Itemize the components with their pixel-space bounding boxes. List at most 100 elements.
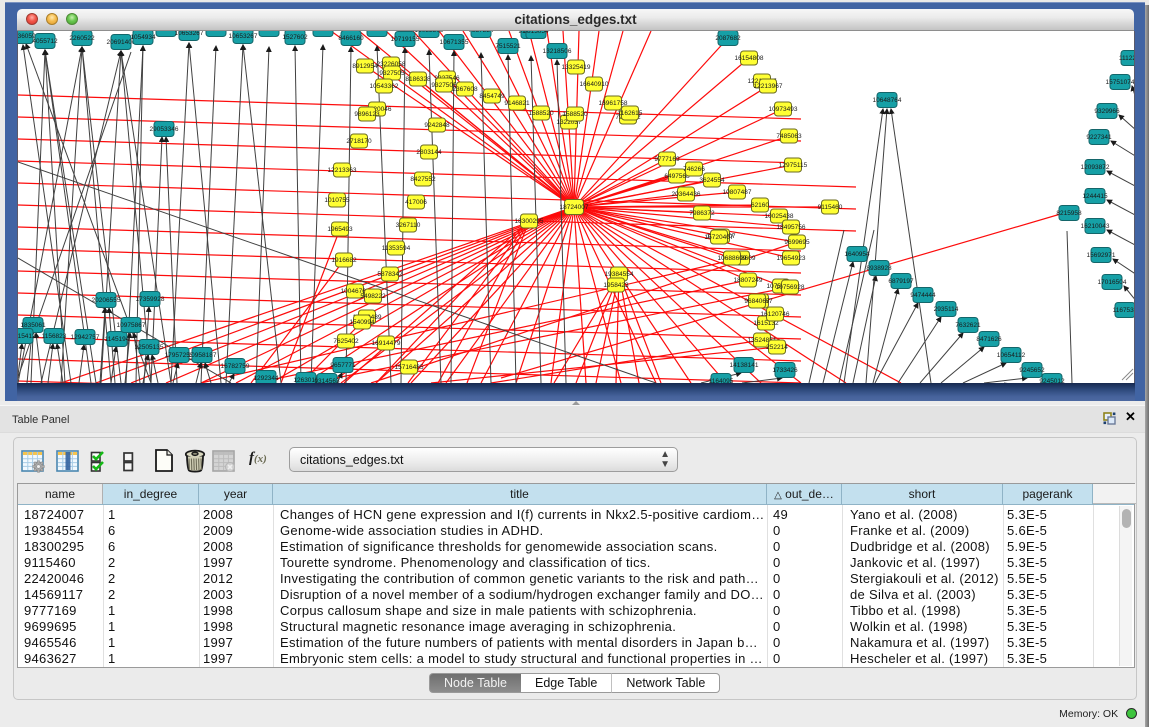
svg-text:10973493: 10973493 (769, 106, 798, 113)
svg-text:14138141: 14138141 (730, 362, 759, 369)
svg-text:1527602: 1527602 (282, 34, 308, 41)
svg-text:3915412: 3915412 (18, 333, 36, 340)
svg-text:9146821: 9146821 (504, 100, 530, 107)
svg-text:9699695: 9699695 (784, 239, 810, 246)
svg-text:20364436: 20364436 (672, 191, 701, 198)
svg-text:9474444: 9474444 (910, 292, 936, 299)
svg-text:8912954: 8912954 (352, 63, 378, 70)
svg-text:1527602: 1527602 (203, 31, 229, 33)
svg-text:18807249: 18807249 (734, 277, 763, 284)
svg-text:1244415: 1244415 (1082, 193, 1108, 200)
svg-text:2260522: 2260522 (69, 35, 95, 42)
svg-text:7485063: 7485063 (776, 133, 802, 140)
svg-text:1162615: 1162615 (618, 110, 643, 117)
svg-text:16210043: 16210043 (1081, 223, 1110, 230)
svg-text:9684067: 9684067 (744, 298, 770, 305)
svg-text:1156823: 1156823 (42, 333, 67, 340)
svg-text:10958187: 10958187 (188, 352, 217, 359)
svg-text:5498222: 5498222 (360, 293, 386, 300)
svg-text:1733426: 1733426 (772, 367, 798, 374)
svg-text:16914479: 16914479 (372, 340, 401, 347)
svg-text:7986372: 7986372 (689, 210, 715, 217)
svg-text:17016504: 17016504 (1098, 279, 1127, 286)
svg-text:8215958: 8215958 (1056, 210, 1082, 217)
svg-text:8471626: 8471626 (976, 336, 1002, 343)
svg-text:1292344: 1292344 (253, 375, 279, 382)
svg-text:10807487: 10807487 (723, 189, 752, 196)
svg-text:16154808: 16154808 (735, 55, 764, 62)
svg-text:18724007: 18724007 (560, 204, 589, 211)
svg-text:10543362: 10543362 (370, 83, 399, 90)
svg-text:6879197: 6879197 (888, 278, 914, 285)
svg-text:8813054: 8813054 (523, 31, 549, 35)
svg-text:12213363: 12213363 (328, 167, 357, 174)
svg-text:10719155: 10719155 (309, 31, 338, 33)
svg-text:10671355: 10671355 (440, 39, 469, 46)
svg-text:10975867: 10975867 (117, 322, 146, 329)
svg-text:1965493: 1965493 (327, 226, 353, 233)
svg-text:12942757: 12942757 (71, 334, 100, 341)
svg-text:8466160: 8466160 (338, 35, 364, 42)
svg-text:2718170: 2718170 (346, 138, 372, 145)
svg-text:15716485: 15716485 (395, 364, 424, 371)
svg-text:15720407: 15720407 (705, 234, 734, 241)
svg-text:19654923: 19654923 (777, 255, 806, 262)
svg-text:13325419: 13325419 (562, 64, 591, 71)
svg-text:18300295: 18300295 (515, 218, 544, 225)
svg-text:1588520: 1588520 (562, 111, 588, 118)
svg-text:12975115: 12975115 (779, 162, 808, 169)
svg-text:417006: 417006 (405, 199, 427, 206)
svg-text:2367608: 2367608 (452, 86, 478, 93)
svg-text:18495756: 18495756 (777, 224, 806, 231)
svg-text:12213967: 12213967 (754, 83, 783, 90)
svg-text:8466160: 8466160 (256, 31, 282, 33)
svg-text:9896123: 9896123 (354, 111, 380, 118)
svg-text:252214: 252214 (766, 344, 788, 351)
svg-text:10654112: 10654112 (997, 352, 1026, 359)
svg-text:10756928: 10756928 (776, 284, 805, 291)
svg-text:9777169: 9777169 (654, 156, 680, 163)
svg-text:11353594: 11353594 (382, 245, 411, 252)
svg-text:10653267: 10653267 (175, 31, 204, 37)
svg-text:9302557: 9302557 (364, 31, 390, 33)
svg-text:8186328: 8186328 (405, 76, 431, 83)
svg-text:746266: 746266 (683, 166, 705, 173)
svg-text:7515521: 7515521 (495, 43, 521, 50)
svg-text:1054934: 1054934 (130, 34, 156, 41)
svg-text:9329966: 9329966 (1094, 108, 1120, 115)
svg-text:9115460: 9115460 (818, 204, 843, 211)
svg-text:20206555: 20206555 (92, 297, 121, 304)
svg-text:3267110: 3267110 (396, 222, 421, 229)
svg-text:13218506: 13218506 (543, 48, 572, 55)
svg-text:62160: 62160 (751, 202, 769, 209)
svg-text:2087682: 2087682 (715, 35, 741, 42)
svg-text:1540994: 1540994 (349, 319, 375, 326)
svg-text:9657771: 9657771 (330, 362, 356, 369)
svg-text:17359928: 17359928 (136, 296, 165, 303)
svg-text:12505135: 12505135 (135, 344, 164, 351)
svg-text:10688609: 10688609 (718, 255, 747, 262)
svg-text:16120746: 16120746 (761, 311, 790, 318)
svg-text:2803144: 2803144 (416, 149, 442, 156)
svg-text:4055712: 4055712 (32, 38, 58, 45)
svg-text:1916682: 1916682 (331, 257, 357, 264)
svg-text:9227341: 9227341 (1086, 134, 1112, 141)
svg-text:8938928: 8938928 (866, 265, 892, 272)
svg-text:9245652: 9245652 (1019, 367, 1045, 374)
svg-text:7625402: 7625402 (333, 338, 359, 345)
svg-text:10719155: 10719155 (391, 36, 420, 43)
svg-text:9327505: 9327505 (379, 70, 405, 77)
svg-text:29053346: 29053346 (150, 126, 179, 133)
svg-text:1112233: 1112233 (1119, 55, 1135, 62)
svg-text:1010755: 1010755 (324, 197, 350, 204)
svg-text:15751074: 15751074 (1106, 79, 1135, 86)
svg-text:5878342: 5878342 (377, 271, 403, 278)
svg-text:12093872: 12093872 (1081, 164, 1110, 171)
svg-text:10648764: 10648764 (873, 97, 902, 104)
svg-text:3624554: 3624554 (699, 177, 725, 184)
svg-text:1958423: 1958423 (603, 282, 629, 289)
svg-text:8427552: 8427552 (410, 176, 436, 183)
svg-text:7857224: 7857224 (468, 31, 494, 34)
svg-text:10653267: 10653267 (229, 33, 258, 40)
svg-text:16053309: 16053309 (415, 31, 444, 34)
